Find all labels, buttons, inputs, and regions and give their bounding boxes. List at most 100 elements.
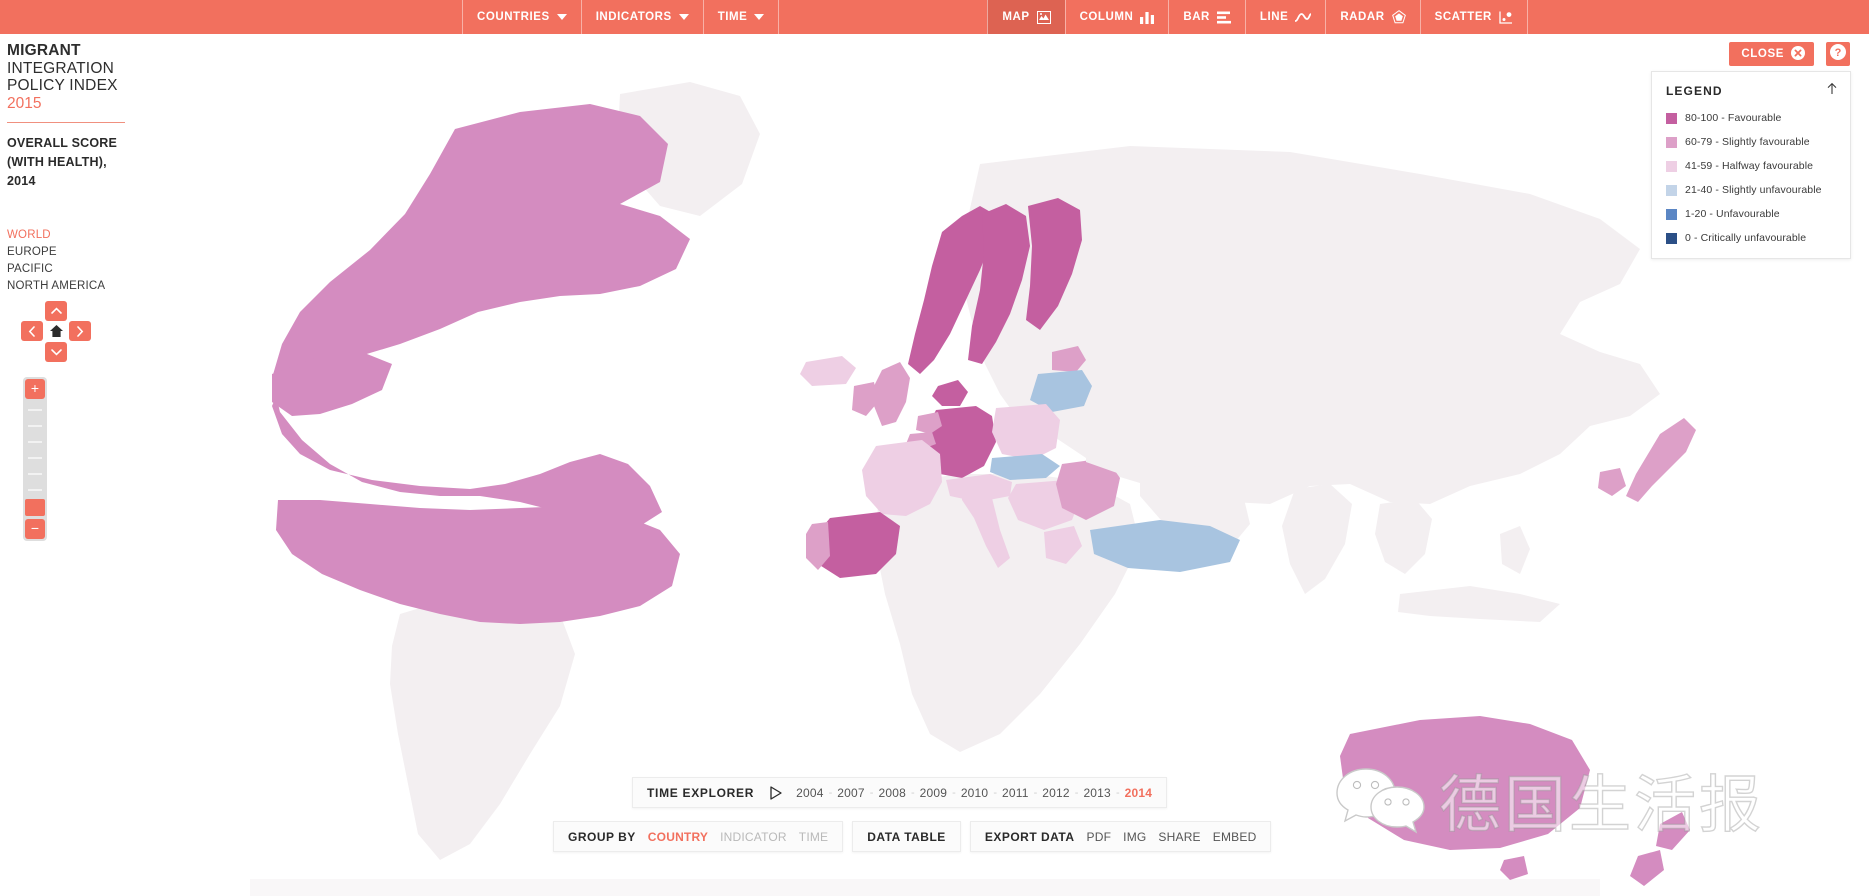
pan-left-button[interactable]: [21, 321, 43, 341]
legend-item-slightly-unfavourable[interactable]: 21-40 - Slightly unfavourable: [1666, 184, 1836, 196]
year-separator: -: [1074, 786, 1079, 799]
title-divider: [7, 121, 125, 123]
close-button[interactable]: CLOSE: [1729, 42, 1814, 66]
legend-item-label: 21-40 - Slightly unfavourable: [1685, 184, 1822, 196]
legend-collapse-button[interactable]: [1826, 82, 1838, 100]
pan-down-icon: [50, 348, 62, 356]
zoom-out-button[interactable]: −: [25, 519, 45, 539]
export-data-panel: EXPORT DATA PDF IMG SHARE EMBED: [969, 821, 1272, 852]
year-separator: -: [993, 786, 997, 799]
year-2011[interactable]: 2011: [1002, 786, 1029, 800]
group-by-panel: GROUP BY COUNTRY INDICATOR TIME: [553, 821, 844, 852]
brand-line-1: MIGRANT: [7, 42, 81, 59]
group-by-indicator[interactable]: INDICATOR: [720, 830, 787, 844]
time-explorer-bar: TIME EXPLORER 2004 - 2007 - 2008 - 2009 …: [632, 777, 1168, 808]
export-share-button[interactable]: SHARE: [1158, 830, 1200, 844]
legend-item-halfway-favourable[interactable]: 41-59 - Halfway favourable: [1666, 160, 1836, 172]
export-pdf-button[interactable]: PDF: [1087, 830, 1112, 844]
legend-swatch: [1666, 184, 1677, 196]
menu-indicators-label: INDICATORS: [595, 11, 672, 23]
legend-panel: LEGEND 80-100 - Favourable 60-79 - Sligh…: [1651, 71, 1851, 259]
legend-swatch: [1666, 160, 1677, 172]
legend-item-critically-unfavourable[interactable]: 0 - Critically unfavourable: [1666, 232, 1836, 244]
zoom-slider-handle[interactable]: [25, 499, 45, 516]
zoom-tick: [28, 489, 42, 491]
export-embed-button[interactable]: EMBED: [1213, 830, 1257, 844]
legend-swatch: [1666, 208, 1677, 220]
help-button[interactable]: ?: [1826, 42, 1850, 66]
close-circle-icon: [1791, 45, 1805, 63]
home-icon: [49, 324, 64, 338]
zoom-in-button[interactable]: +: [25, 379, 45, 399]
year-2012[interactable]: 2012: [1042, 786, 1070, 800]
legend-item-label: 1-20 - Unfavourable: [1685, 208, 1780, 220]
year-2009[interactable]: 2009: [920, 786, 948, 800]
help-circle-icon: ?: [1830, 43, 1846, 65]
world-map-canvas[interactable]: [0, 34, 1869, 896]
column-chart-icon: [1140, 11, 1155, 24]
close-button-label: CLOSE: [1741, 48, 1784, 60]
legend-item-label: 80-100 - Favourable: [1685, 112, 1782, 124]
year-2010[interactable]: 2010: [961, 786, 989, 800]
year-separator: -: [1115, 786, 1120, 799]
scatter-chart-icon: [1499, 11, 1513, 24]
region-item-north-america[interactable]: NORTH AMERICA: [7, 278, 177, 295]
pan-up-button[interactable]: [45, 301, 67, 321]
legend-swatch: [1666, 112, 1677, 124]
view-button-map[interactable]: MAP: [987, 0, 1065, 34]
menu-countries-label: COUNTRIES: [477, 11, 550, 23]
chevron-down-icon: [678, 14, 689, 20]
indicator-title-line-3: 2014: [7, 173, 36, 188]
menu-countries[interactable]: COUNTRIES: [462, 0, 581, 34]
year-2007[interactable]: 2007: [837, 786, 865, 800]
world-map-svg[interactable]: [0, 34, 1869, 896]
region-item-pacific[interactable]: PACIFIC: [7, 261, 177, 278]
map-zoom-slider[interactable]: + −: [23, 377, 47, 541]
view-scatter-label: SCATTER: [1434, 11, 1492, 23]
export-img-button[interactable]: IMG: [1123, 830, 1146, 844]
data-table-panel[interactable]: DATA TABLE: [852, 821, 961, 852]
pan-right-button[interactable]: [69, 321, 91, 341]
group-by-time[interactable]: TIME: [799, 830, 828, 844]
toolbar-left-spacer: [0, 0, 462, 34]
view-button-line[interactable]: LINE: [1244, 0, 1325, 34]
legend-item-unfavourable[interactable]: 1-20 - Unfavourable: [1666, 208, 1836, 220]
pan-up-icon: [50, 307, 62, 315]
brand-year: 2015: [7, 94, 42, 112]
region-item-europe[interactable]: EUROPE: [7, 244, 177, 261]
year-2008[interactable]: 2008: [878, 786, 906, 800]
menu-time[interactable]: TIME: [702, 0, 780, 34]
view-button-scatter[interactable]: SCATTER: [1419, 0, 1528, 34]
menu-indicators[interactable]: INDICATORS: [580, 0, 703, 34]
legend-item-favourable[interactable]: 80-100 - Favourable: [1666, 112, 1836, 124]
data-table-button[interactable]: DATA TABLE: [867, 830, 946, 844]
chevron-down-icon: [556, 14, 567, 20]
pan-down-button[interactable]: [45, 342, 67, 362]
view-button-column[interactable]: COLUMN: [1064, 0, 1169, 34]
year-separator: -: [952, 786, 956, 799]
view-map-label: MAP: [1002, 11, 1030, 23]
view-button-radar[interactable]: RADAR: [1325, 0, 1419, 34]
view-button-bar[interactable]: BAR: [1168, 0, 1245, 34]
group-by-country[interactable]: COUNTRY: [648, 830, 708, 844]
filter-menu-group: COUNTRIES INDICATORS TIME: [462, 0, 780, 34]
pan-left-icon: [28, 325, 36, 337]
year-2013[interactable]: 2013: [1083, 786, 1111, 800]
mipex-map-application: COUNTRIES INDICATORS TIME MAP COLUMN BAR…: [0, 0, 1869, 896]
zoom-tick: [28, 457, 42, 459]
region-item-world[interactable]: WORLD: [7, 227, 177, 244]
bar-chart-icon: [1216, 11, 1231, 24]
view-column-label: COLUMN: [1079, 11, 1134, 23]
play-icon[interactable]: [770, 785, 782, 800]
toolbar-mid-spacer: [779, 0, 987, 34]
legend-item-slightly-favourable[interactable]: 60-79 - Slightly favourable: [1666, 136, 1836, 148]
zoom-tick: [28, 441, 42, 443]
zoom-tick: [28, 409, 42, 411]
pan-right-icon: [76, 325, 84, 337]
legend-title: LEGEND: [1666, 84, 1723, 98]
year-2004[interactable]: 2004: [796, 786, 824, 800]
map-home-button[interactable]: [45, 321, 67, 341]
radar-chart-icon: [1391, 10, 1406, 24]
brand-line-2: INTEGRATION: [7, 59, 114, 77]
year-2014[interactable]: 2014: [1125, 786, 1153, 800]
